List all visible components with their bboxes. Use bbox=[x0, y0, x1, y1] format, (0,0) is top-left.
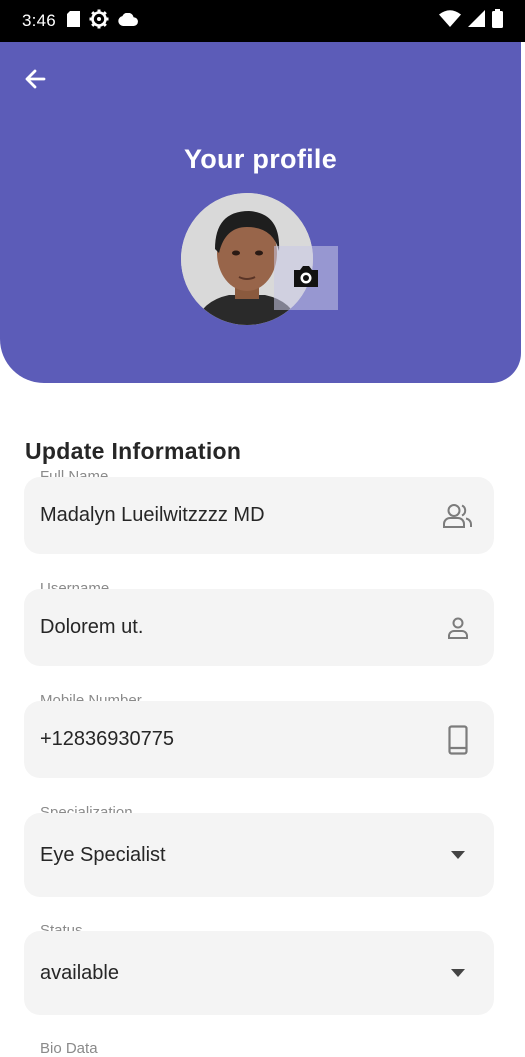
person-icon bbox=[438, 608, 478, 648]
mobile-number-value: +12836930775 bbox=[40, 728, 175, 750]
full-name-field[interactable]: Madalyn Lueilwitzzzz MD bbox=[24, 477, 494, 554]
username-value: Dolorem ut. bbox=[40, 616, 144, 638]
change-photo-button[interactable] bbox=[274, 246, 338, 310]
status-bar: 3:46 bbox=[0, 0, 525, 42]
bio-data-label: Bio Data bbox=[40, 1040, 98, 1057]
battery-icon bbox=[492, 9, 503, 33]
full-name-value: Madalyn Lueilwitzzzz MD bbox=[40, 504, 265, 526]
camera-icon bbox=[292, 264, 320, 293]
status-value: available bbox=[40, 961, 119, 984]
signal-icon bbox=[468, 10, 485, 32]
mobile-number-field[interactable]: +12836930775 bbox=[24, 701, 494, 778]
specialization-value: Eye Specialist bbox=[40, 843, 166, 866]
sim-card-icon bbox=[66, 10, 80, 32]
arrow-left-icon bbox=[23, 67, 47, 96]
page-title: Your profile bbox=[183, 144, 338, 174]
wifi-icon bbox=[439, 10, 461, 32]
section-title: Update Information bbox=[25, 438, 242, 464]
people-icon bbox=[438, 496, 478, 536]
status-time: 3:46 bbox=[22, 11, 56, 30]
phone-icon bbox=[438, 720, 478, 760]
status-dropdown[interactable]: available bbox=[24, 931, 494, 1015]
dropdown-arrow-icon bbox=[438, 953, 478, 993]
back-button[interactable] bbox=[18, 64, 52, 98]
specialization-dropdown[interactable]: Eye Specialist bbox=[24, 813, 494, 897]
dropdown-arrow-icon bbox=[438, 835, 478, 875]
username-field[interactable]: Dolorem ut. bbox=[24, 589, 494, 666]
cloud-icon bbox=[118, 11, 138, 31]
profile-header: Your profile bbox=[0, 42, 521, 383]
gear-icon bbox=[89, 9, 109, 34]
